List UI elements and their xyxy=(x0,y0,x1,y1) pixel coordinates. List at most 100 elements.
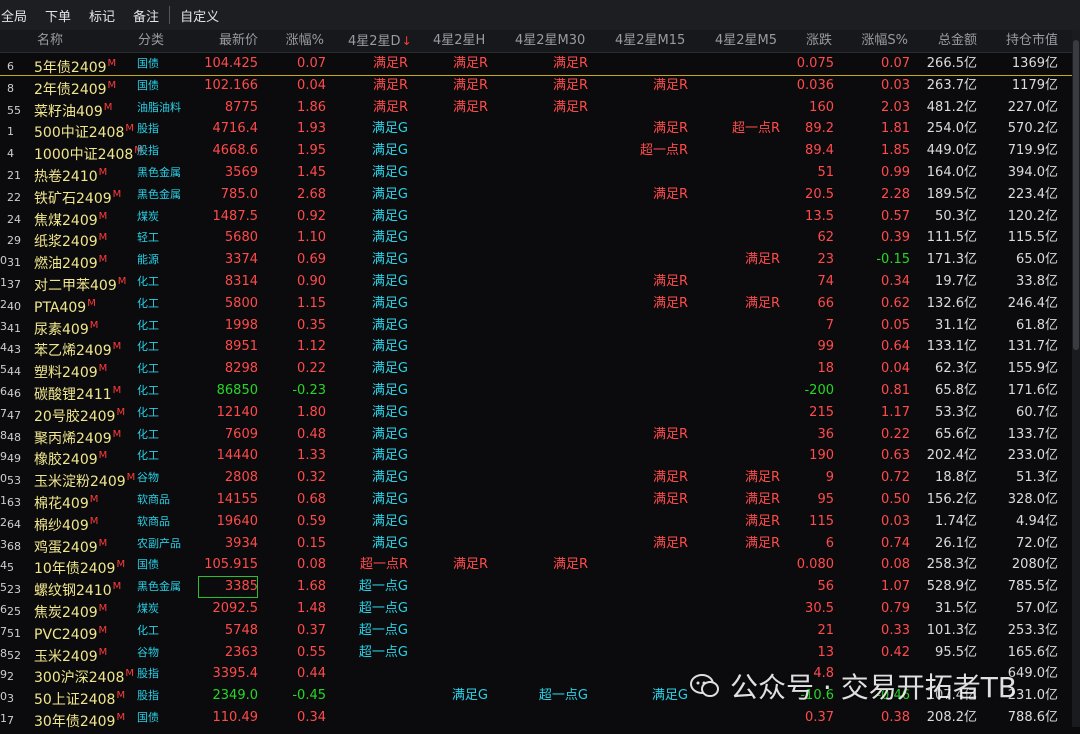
contract-name[interactable]: 棉纱409M xyxy=(34,511,98,534)
oi-value-cell: 394.0亿 xyxy=(1007,165,1058,180)
contract-name[interactable]: 碳酸锂2411M xyxy=(34,380,121,403)
contract-name[interactable]: 焦煤2409M xyxy=(34,206,107,229)
contract-name[interactable]: 对二甲苯409M xyxy=(34,271,126,294)
signal-h-cell xyxy=(430,184,488,206)
toolbar-custom-button[interactable]: 自定义 xyxy=(171,0,228,30)
change-pct-cell: 0.35 xyxy=(297,317,326,333)
contract-name[interactable]: 菜籽油409M xyxy=(34,97,112,120)
table-row[interactable]: 0 53 玉米淀粉2409M 谷物 2808 0.32 满足G 满足R 满足R 9 0.72 18.8… xyxy=(0,467,1072,490)
col-header-sig-h[interactable]: 4星2星H xyxy=(433,30,485,52)
contract-name[interactable]: 10年债2409M xyxy=(34,554,125,577)
amount-cell: 528.9亿 xyxy=(926,579,977,595)
contract-name[interactable]: 30年债2409M xyxy=(34,707,125,730)
category-cell: 化工 xyxy=(137,296,159,310)
contract-name[interactable]: 焦炭2409M xyxy=(34,598,107,621)
col-header-sig-m15[interactable]: 4星2星M15 xyxy=(615,30,685,52)
table-row[interactable]: 4 5 10年债2409M 国债 105.915 0.08 超一点R 满足R 满足R 0.080 0… xyxy=(0,554,1072,577)
contract-name-text: 纸浆2409 xyxy=(34,234,98,251)
contract-name[interactable]: 1000中证2408M xyxy=(34,140,143,163)
col-header-s-pct[interactable]: 涨幅S% xyxy=(850,30,908,52)
table-row[interactable]: 0 31 燃油2409M 能源 3374 0.69 满足G 满足R 23 -0.15 171.3亿 6… xyxy=(0,249,1072,272)
table-row[interactable]: 4 1000中证2408M 股指 4668.6 1.95 满足G 超一点R 89.4 1.85 4… xyxy=(0,140,1072,163)
table-row[interactable]: 7 47 20号胶2409M 化工 12140 1.80 满足G 215 1.17 53.3亿 60… xyxy=(0,402,1072,425)
table-row[interactable]: 2 64 棉纱409M 软商品 19640 0.59 满足G 满足R 115 0.03 1.74亿 4… xyxy=(0,511,1072,534)
table-row[interactable]: 4 43 苯乙烯2409M 化工 8951 1.12 满足G 99 0.64 133.1亿 131.… xyxy=(0,336,1072,359)
contract-name[interactable]: 橡胶2409M xyxy=(34,445,107,468)
table-row[interactable]: 1 63 棉花409M 软商品 14155 0.68 满足G 满足R 满足R 95 0.50 156.… xyxy=(0,489,1072,512)
contract-name[interactable]: 300沪深2408M xyxy=(34,663,134,686)
contract-name[interactable]: 棉花409M xyxy=(34,489,98,512)
oi-value-cell: 328.0亿 xyxy=(1007,492,1058,507)
col-header-oi-value[interactable]: 持仓市值 xyxy=(990,30,1058,52)
contract-name[interactable]: 尿素409M xyxy=(34,315,98,338)
table-row[interactable]: 1 37 对二甲苯409M 化工 8314 0.90 满足G 满足R 74 0.34 19.7亿 33… xyxy=(0,271,1072,294)
contract-name[interactable]: 鸡蛋2409M xyxy=(34,533,107,556)
col-header-change-pct[interactable]: 涨幅% xyxy=(268,30,324,52)
contract-name[interactable]: PVC2409M xyxy=(34,620,107,643)
toolbar-note-button[interactable]: 备注 xyxy=(124,0,168,30)
table-row[interactable]: 24 焦煤2409M 煤炭 1487.5 0.92 满足G 13.5 0.57 50.3亿 120… xyxy=(0,206,1072,229)
col-header-amount[interactable]: 总金额 xyxy=(920,30,977,52)
table-row[interactable]: 8 52 玉米2409M 谷物 2363 0.55 超一点G 13 0.42 95.5亿 165.6… xyxy=(0,642,1072,665)
contract-name-text: 尿素409 xyxy=(34,321,89,338)
oi-value-cell: 155.9亿 xyxy=(1007,361,1058,377)
col-header-diff[interactable]: 涨跌 xyxy=(790,30,832,52)
contract-name[interactable]: 螺纹钢2410M xyxy=(34,576,121,599)
table-row[interactable]: 22 铁矿石2409M 黑色金属 785.0 2.68 满足G 满足R 20.5 2.28 189… xyxy=(0,184,1072,207)
col-header-sig-m30[interactable]: 4星2星M30 xyxy=(515,30,585,52)
vertical-scrollbar[interactable] xyxy=(1072,30,1080,727)
contract-name[interactable]: 2年债2409M xyxy=(34,75,116,98)
table-row[interactable]: 8 48 聚丙烯2409M 化工 7609 0.48 满足G 满足R 36 0.22 65.6亿 13… xyxy=(0,424,1072,447)
contract-name[interactable]: 纸浆2409M xyxy=(34,227,107,251)
toolbar-mark-button[interactable]: 标记 xyxy=(80,0,124,30)
col-header-category[interactable]: 分类 xyxy=(138,30,164,52)
table-row[interactable]: 3 68 鸡蛋2409M 农副产品 3934 0.15 满足G 满足R 满足R 6 0.74 26.1… xyxy=(0,533,1072,556)
contract-name[interactable]: 热卷2410M xyxy=(34,162,107,185)
contract-name[interactable]: PTA409M xyxy=(34,293,96,316)
table-row[interactable]: 6 25 焦炭2409M 煤炭 2092.5 1.48 超一点G 30.5 0.79 31.5亿 5… xyxy=(0,598,1072,621)
amount-cell: 258.3亿 xyxy=(926,557,977,573)
table-row[interactable]: 1 500中证2408M 股指 4716.4 1.93 满足G 满足R 超一点R 89.2 1.8… xyxy=(0,118,1072,141)
toolbar-global-button[interactable]: 全局 xyxy=(0,0,36,30)
table-row[interactable]: 2 40 PTA409M 化工 5800 1.15 满足G 满足R 满足R 66 0.62 132.6… xyxy=(0,293,1072,316)
amount-cell: 164.0亿 xyxy=(926,165,977,180)
contract-name[interactable]: 苯乙烯2409M xyxy=(34,336,121,359)
col-header-price[interactable]: 最新价 xyxy=(198,30,258,52)
signal-m30-cell xyxy=(520,663,588,685)
table-row[interactable]: 5 23 螺纹钢2410M 黑色金属 3385 1.68 超一点G 56 1.07 528.9亿 7… xyxy=(0,576,1072,599)
table-row[interactable]: 21 热卷2410M 黑色金属 3569 1.45 满足G 51 0.99 164.0亿 394.… xyxy=(0,162,1072,185)
contract-name[interactable]: 聚丙烯2409M xyxy=(34,424,121,447)
table-row[interactable]: 3 41 尿素409M 化工 1998 0.35 满足G 7 0.05 31.1亿 61.8亿 xyxy=(0,315,1072,338)
toolbar-order-button[interactable]: 下单 xyxy=(36,0,80,30)
contract-name[interactable]: 20号胶2409M xyxy=(34,402,125,425)
col-header-name[interactable]: 名称 xyxy=(37,30,63,52)
table-row[interactable]: 8 2年债2409M 国债 102.166 0.04 满足R 满足R 满足R 满足R 0.036 0… xyxy=(0,75,1072,98)
table-row[interactable]: 6 46 碳酸锂2411M 化工 86850 -0.23 满足G -200 0.81 65.8亿 1… xyxy=(0,380,1072,403)
table-row[interactable]: 7 51 PVC2409M 化工 5748 0.37 超一点G 21 0.33 101.3亿 253… xyxy=(0,620,1072,643)
contract-name[interactable]: 铁矿石2409M xyxy=(34,184,121,207)
table-row[interactable]: 6 5年债2409M 国债 104.425 0.07 满足R 满足R 满足R 0.075 0.07… xyxy=(0,53,1072,76)
table-row[interactable]: 5 44 塑料2409M 化工 8298 0.22 满足G 18 0.04 62.3亿 155.9亿 xyxy=(0,358,1072,381)
col-header-sig-m5[interactable]: 4星2星M5 xyxy=(715,30,777,52)
signal-m30-cell: 满足R xyxy=(552,56,588,71)
contract-name[interactable]: 50上证2408M xyxy=(34,685,125,708)
col-header-sig-d[interactable]: 4星2星D↓ xyxy=(348,30,412,52)
change-pct-cell: 1.68 xyxy=(297,579,326,595)
contract-name[interactable]: 玉米2409M xyxy=(34,642,107,665)
table-row[interactable]: 55 菜籽油409M 油脂油料 8775 1.86 满足R 满足R 满足R 160 2.03 481… xyxy=(0,97,1072,120)
table-row[interactable]: 29 纸浆2409M 轻工 5680 1.10 满足G 62 0.39 111.5亿 115.5亿 xyxy=(0,227,1072,251)
scrollbar-thumb[interactable] xyxy=(1073,40,1079,350)
contract-name[interactable]: 5年债2409M xyxy=(34,53,116,76)
contract-name[interactable]: 玉米淀粉2409M xyxy=(34,467,135,490)
row-index-prefix: 3 xyxy=(0,319,7,333)
contract-name[interactable]: 燃油2409M xyxy=(34,249,107,272)
contract-name[interactable]: 500中证2408M xyxy=(34,118,134,141)
price-cell: 19640 xyxy=(216,513,258,529)
table-row[interactable]: 1 7 30年债2409M 国债 110.49 0.34 0.37 0.38 208.2亿 788… xyxy=(0,707,1072,730)
amount-cell: 111.5亿 xyxy=(926,230,977,246)
table-row[interactable]: 9 49 橡胶2409M 化工 14440 1.33 满足G 190 0.63 202.4亿 233… xyxy=(0,445,1072,468)
category-cell: 能源 xyxy=(137,253,159,267)
price-cell: 3569 xyxy=(224,165,258,180)
contract-name[interactable]: 塑料2409M xyxy=(34,358,107,381)
price-cell: 1998 xyxy=(224,317,258,333)
